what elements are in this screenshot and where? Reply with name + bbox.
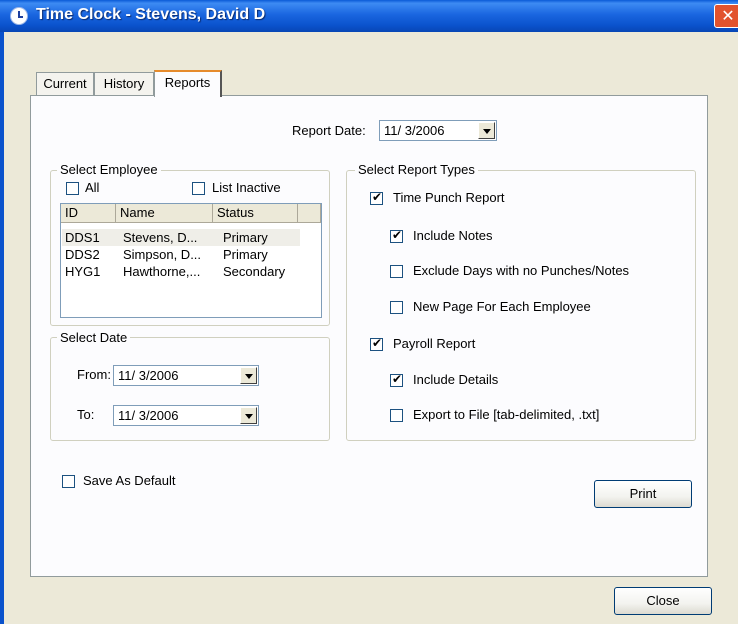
tab-reports[interactable]: Reports xyxy=(154,70,222,97)
employee-list[interactable]: ID Name Status DDS1 Stevens, D... Primar… xyxy=(60,203,322,318)
column-header-id[interactable]: ID xyxy=(61,204,116,223)
to-label: To: xyxy=(77,407,95,422)
include-details-label: Include Details xyxy=(413,372,499,387)
include-notes-checkbox[interactable] xyxy=(390,228,403,243)
time-punch-checkbox[interactable] xyxy=(370,190,383,205)
row-name[interactable]: Simpson, D... xyxy=(123,247,201,262)
row-name[interactable]: Hawthorne,... xyxy=(123,264,200,279)
report-types-title: Select Report Types xyxy=(355,162,478,177)
chevron-down-icon[interactable] xyxy=(478,122,495,139)
save-default-label: Save As Default xyxy=(83,473,176,488)
save-default-checkbox[interactable] xyxy=(62,475,75,488)
row-id[interactable]: DDS1 xyxy=(65,230,100,245)
window-title: Time Clock - Stevens, David D xyxy=(36,6,266,23)
all-checkbox[interactable] xyxy=(66,182,79,195)
column-header-name[interactable]: Name xyxy=(116,204,213,223)
new-page-label: New Page For Each Employee xyxy=(413,299,591,314)
column-header-status[interactable]: Status xyxy=(213,204,298,223)
chevron-down-icon[interactable] xyxy=(240,367,257,384)
print-button[interactable]: Print xyxy=(594,480,692,508)
all-label: All xyxy=(85,180,100,195)
select-date-title: Select Date xyxy=(57,330,131,345)
window-frame xyxy=(0,32,4,624)
row-name[interactable]: Stevens, D... xyxy=(123,230,197,245)
export-checkbox[interactable] xyxy=(390,409,403,422)
payroll-label: Payroll Report xyxy=(393,336,476,351)
exclude-days-label: Exclude Days with no Punches/Notes xyxy=(413,263,630,278)
to-date-value: 11/ 3/2006 xyxy=(118,408,179,423)
list-inactive-label: List Inactive xyxy=(212,180,281,195)
window-close-button[interactable]: ✕ xyxy=(714,4,738,28)
row-status[interactable]: Secondary xyxy=(223,264,285,279)
report-date-value: 11/ 3/2006 xyxy=(384,123,445,138)
clock-icon xyxy=(10,7,28,25)
include-details-checkbox[interactable] xyxy=(390,372,403,387)
list-inactive-checkbox[interactable] xyxy=(192,182,205,195)
row-id[interactable]: DDS2 xyxy=(65,247,100,262)
column-header-filler xyxy=(298,204,321,223)
payroll-checkbox[interactable] xyxy=(370,336,383,351)
to-date-combo[interactable]: 11/ 3/2006 xyxy=(113,405,259,426)
export-label: Export to File [tab-delimited, .txt] xyxy=(413,407,600,422)
row-id[interactable]: HYG1 xyxy=(65,264,100,279)
row-status[interactable]: Primary xyxy=(223,230,268,245)
time-punch-label: Time Punch Report xyxy=(393,190,505,205)
exclude-days-checkbox[interactable] xyxy=(390,265,403,278)
close-button[interactable]: Close xyxy=(614,587,712,615)
new-page-checkbox[interactable] xyxy=(390,301,403,314)
from-date-combo[interactable]: 11/ 3/2006 xyxy=(113,365,259,386)
chevron-down-icon[interactable] xyxy=(240,407,257,424)
from-date-value: 11/ 3/2006 xyxy=(118,368,179,383)
report-date-label: Report Date: xyxy=(292,123,366,138)
include-notes-label: Include Notes xyxy=(413,228,493,243)
tab-history[interactable]: History xyxy=(94,72,154,96)
report-date-combo[interactable]: 11/ 3/2006 xyxy=(379,120,497,141)
row-status[interactable]: Primary xyxy=(223,247,268,262)
select-employee-title: Select Employee xyxy=(57,162,161,177)
from-label: From: xyxy=(77,367,111,382)
tab-current[interactable]: Current xyxy=(36,72,94,96)
